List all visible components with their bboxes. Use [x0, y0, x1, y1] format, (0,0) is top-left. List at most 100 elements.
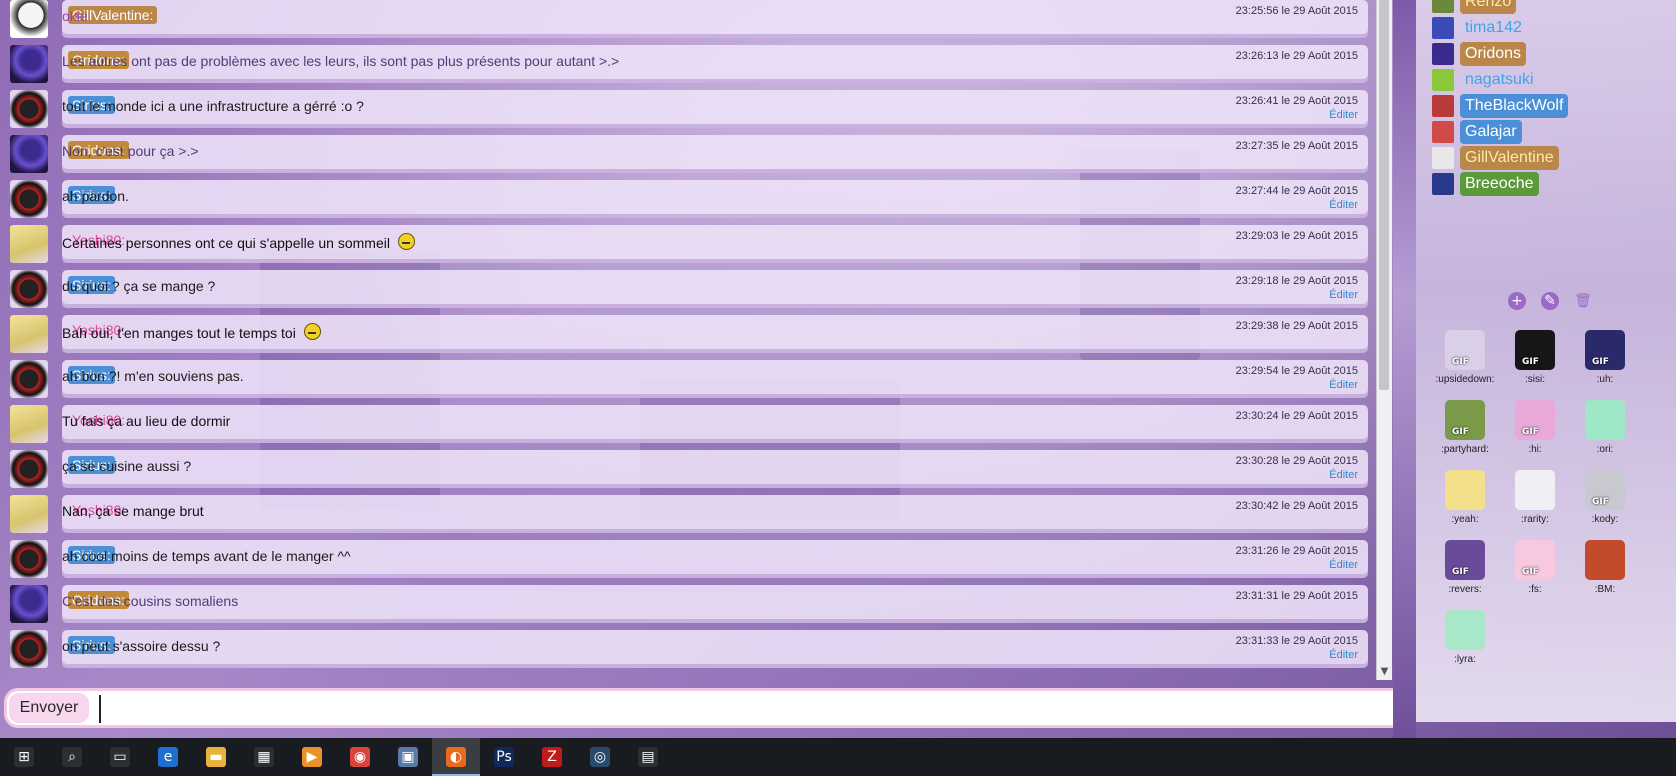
user-avatar[interactable] [10, 585, 48, 623]
media-icon: ▶ [302, 747, 322, 767]
emote-label: :revers: [1448, 584, 1482, 595]
user-name[interactable]: Oridons [1460, 42, 1527, 66]
taskbar-button[interactable]: ◎ [576, 738, 624, 776]
emote-toolbar: + ✎ 🗑 [1416, 290, 1676, 314]
message-text-content: C'est des cousins somaliens [62, 593, 239, 609]
emote-image[interactable] [1585, 400, 1625, 440]
chat-message: Oridons: Les autres ont pas de problèmes … [0, 41, 1380, 86]
gif-badge: GIF [1522, 567, 1539, 577]
taskbar-button[interactable]: ▭ [96, 738, 144, 776]
taskbar-button[interactable]: ⌕ [48, 738, 96, 776]
chat-message: Oridons: Non, c'est pour ça >.> 23:27:35 l… [0, 131, 1380, 176]
emote-item[interactable]: :ori: [1570, 400, 1640, 470]
emote-image[interactable] [1515, 470, 1555, 510]
message-input[interactable] [99, 695, 1407, 723]
message-bubble: Yoshi80: Tu fais ça au lieu de dormir 23:3… [62, 405, 1368, 443]
emote-label: :rarity: [1521, 514, 1549, 525]
emote-item[interactable]: GIF:upsidedown: [1430, 330, 1500, 400]
user-avatar[interactable] [10, 360, 48, 398]
user-avatar[interactable] [10, 135, 48, 173]
emote-image[interactable] [1445, 610, 1485, 650]
gif-badge: GIF [1592, 497, 1609, 507]
trash-icon[interactable]: 🗑 [1574, 292, 1592, 310]
taskbar-button[interactable]: ▦ [240, 738, 288, 776]
user-avatar[interactable] [10, 90, 48, 128]
user-name[interactable]: Breeoche [1460, 172, 1539, 196]
emote-item[interactable]: :rarity: [1500, 470, 1570, 540]
message-timestamp: 23:30:24 le 29 Août 2015 [1235, 410, 1358, 422]
user-name[interactable]: Renzo [1460, 0, 1517, 14]
user-avatar[interactable] [10, 405, 48, 443]
user-avatar[interactable] [10, 270, 48, 308]
taskbar-button[interactable]: ◐ [432, 738, 480, 776]
user-avatar[interactable] [10, 225, 48, 263]
gif-badge: GIF [1592, 357, 1609, 367]
user-avatar[interactable] [10, 45, 48, 83]
user-name[interactable]: TheBlackWolf [1460, 94, 1569, 118]
emote-item[interactable]: GIF:partyhard: [1430, 400, 1500, 470]
taskbar-button[interactable]: ▶ [288, 738, 336, 776]
emote-item[interactable]: :lyra: [1430, 610, 1500, 680]
message-timestamp: 23:25:56 le 29 Août 2015 [1235, 5, 1358, 17]
taskbar-button[interactable]: e [144, 738, 192, 776]
emote-image[interactable] [1585, 540, 1625, 580]
message-bubble: Sirius: du quoi ? ça se mange ? 23:29:18 l… [62, 270, 1368, 308]
user-avatar[interactable] [10, 540, 48, 578]
user-avatar[interactable] [10, 450, 48, 488]
emote-item[interactable]: GIF:uh: [1570, 330, 1640, 400]
message-bubble: Oridons: Les autres ont pas de problèmes … [62, 45, 1368, 83]
edit-message-link[interactable]: Éditer [1329, 649, 1358, 661]
message-text-content: Certaines personnes ont ce qui s'appelle… [62, 235, 390, 251]
message-bubble: Sirius: on peut s'assoire dessu ? 23:31:33… [62, 630, 1368, 668]
user-name[interactable]: Galajar [1460, 120, 1522, 144]
message-bubble: Yoshi80: Nan, ça se mange brut 23:30:42 le… [62, 495, 1368, 533]
scrollbar-thumb[interactable] [1379, 0, 1389, 390]
taskbar-button[interactable]: ◉ [336, 738, 384, 776]
user-avatar[interactable] [10, 0, 48, 38]
edit-message-link[interactable]: Éditer [1329, 379, 1358, 391]
message-text-content: ah pardon. [62, 188, 129, 204]
user-avatar[interactable] [10, 315, 48, 353]
taskbar-button[interactable]: ▬ [192, 738, 240, 776]
start-icon: ⊞ [14, 747, 34, 767]
message-text-content: du quoi ? ça se mange ? [62, 278, 216, 294]
user-name[interactable]: tima142 [1460, 16, 1527, 40]
emote-item[interactable]: GIF:kody: [1570, 470, 1640, 540]
emote-item[interactable]: GIF :revers: [1430, 540, 1500, 610]
smiley-icon [397, 233, 415, 250]
send-button[interactable]: Envoyer [9, 693, 89, 723]
user-avatar[interactable] [10, 630, 48, 668]
user-avatar[interactable] [10, 180, 48, 218]
user-name[interactable]: nagatsuki [1460, 68, 1539, 92]
edit-message-link[interactable]: Éditer [1329, 289, 1358, 301]
emote-image[interactable] [1445, 470, 1485, 510]
user-name[interactable]: GillValentine [1460, 146, 1559, 170]
scroll-down-arrow-icon[interactable]: ▼ [1377, 664, 1392, 680]
emote-item[interactable]: GIF:fs: [1500, 540, 1570, 610]
message-text: ça se cuisine aussi ? [62, 458, 191, 474]
edit-message-link[interactable]: Éditer [1329, 469, 1358, 481]
edit-message-link[interactable]: Éditer [1329, 559, 1358, 571]
edit-message-link[interactable]: Éditer [1329, 199, 1358, 211]
chat-log[interactable]: GillValentine: okie 23:25:56 le 29 Août 20… [0, 0, 1380, 680]
user-avatar[interactable] [10, 495, 48, 533]
taskbar-button[interactable]: ⊞ [0, 738, 48, 776]
chat-scrollbar[interactable]: ▼ [1376, 0, 1392, 680]
calculator-icon: ▤ [638, 747, 658, 767]
emote-item[interactable]: :yeah: [1430, 470, 1500, 540]
emote-item[interactable]: :BM: [1570, 540, 1640, 610]
taskbar-button[interactable]: Ps [480, 738, 528, 776]
message-bubble: Yoshi80: Bah oui, t'en manges tout le tem… [62, 315, 1368, 353]
gif-badge: GIF [1452, 567, 1469, 577]
add-emote-icon[interactable]: + [1508, 292, 1526, 310]
message-text: Les autres ont pas de problèmes avec les… [62, 53, 619, 69]
emote-item[interactable]: GIF:sisi: [1500, 330, 1570, 400]
taskbar-button[interactable]: ▤ [624, 738, 672, 776]
edit-emote-icon[interactable]: ✎ [1541, 292, 1559, 310]
smiley-icon [303, 323, 321, 340]
taskbar-button[interactable]: Z [528, 738, 576, 776]
emote-item[interactable]: GIF:hi: [1500, 400, 1570, 470]
message-text: Certaines personnes ont ce qui s'appelle… [62, 233, 415, 251]
taskbar-button[interactable]: ▣ [384, 738, 432, 776]
edit-message-link[interactable]: Éditer [1329, 109, 1358, 121]
